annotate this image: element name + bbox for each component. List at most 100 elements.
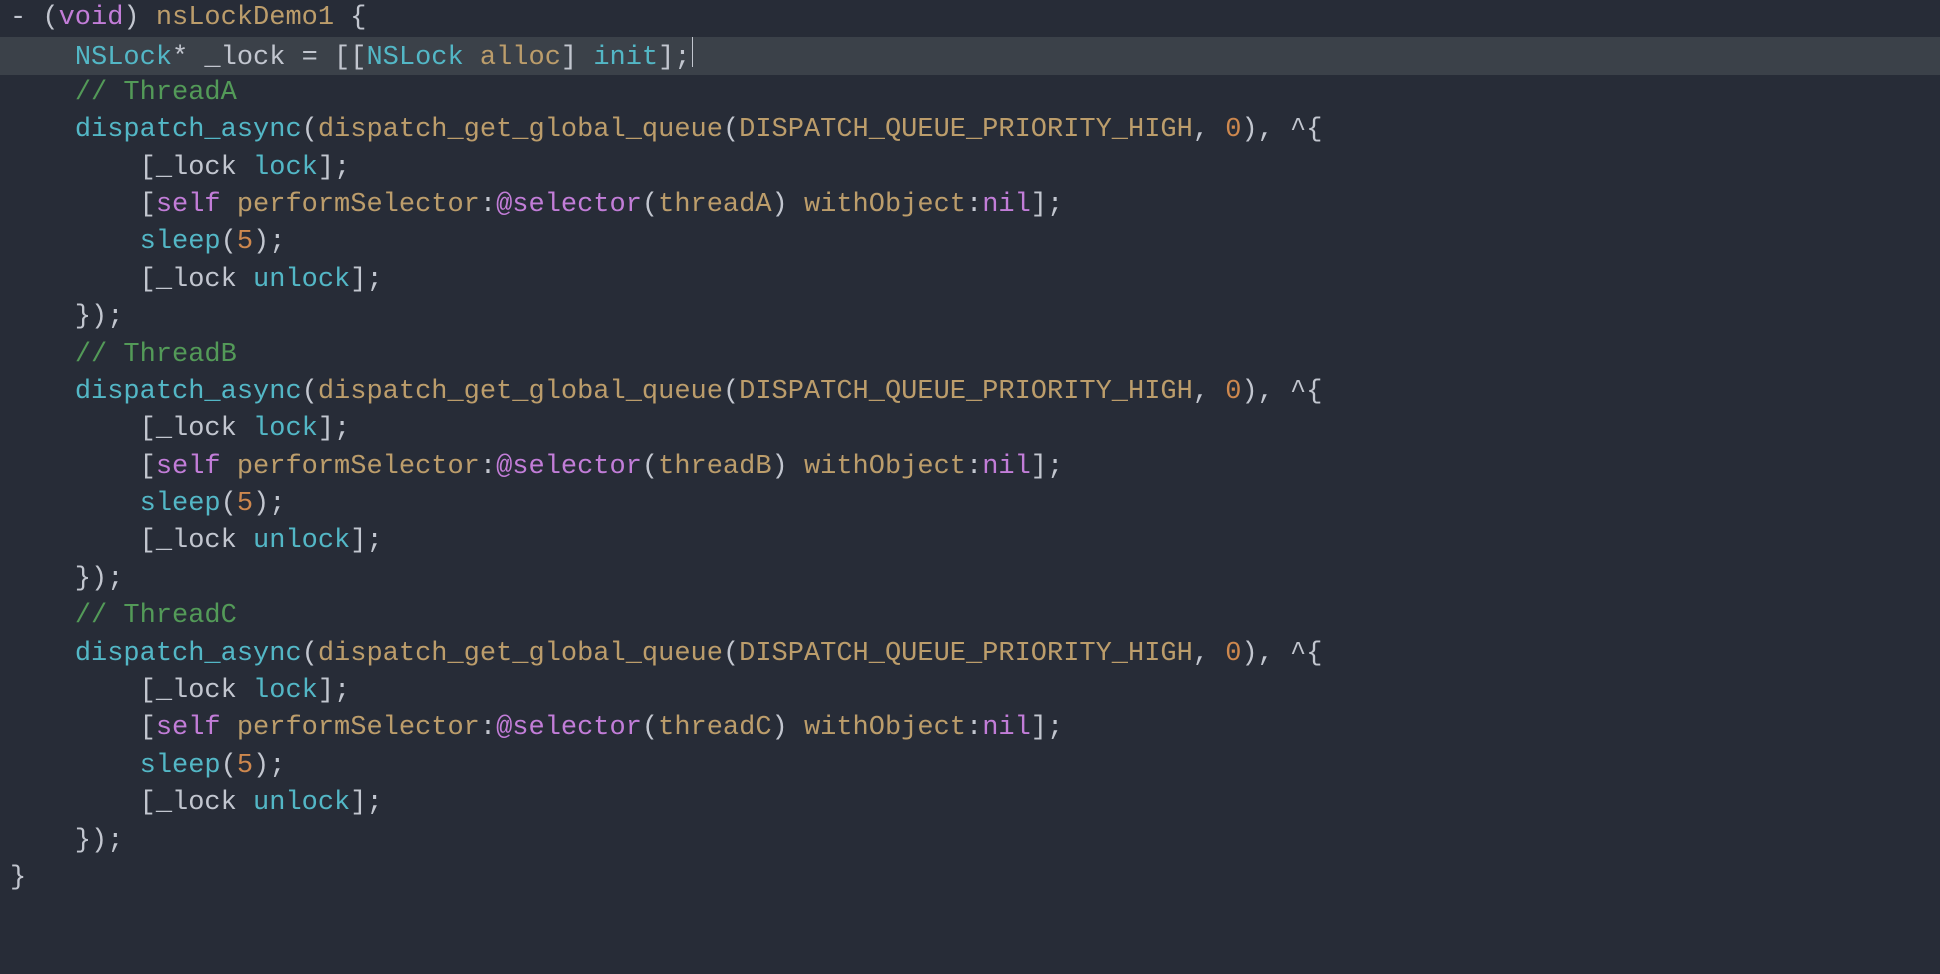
code-token: threadA [658,190,771,220]
code-token: performSelector [237,190,480,220]
text-cursor [692,37,693,67]
code-token: ]; [318,153,350,183]
code-token: : [480,190,496,220]
code-line[interactable]: dispatch_async(dispatch_get_global_queue… [0,636,1940,673]
code-token: @selector [496,452,642,482]
code-token: }); [10,564,123,594]
code-line[interactable]: [_lock lock]; [0,150,1940,187]
code-line[interactable]: NSLock* _lock = [[NSLock alloc] init]; [0,37,1940,74]
code-line[interactable]: }); [0,823,1940,860]
code-line[interactable]: [self performSelector:@selector(threadB)… [0,449,1940,486]
code-line[interactable]: [self performSelector:@selector(threadC)… [0,710,1940,747]
code-line[interactable]: } [0,860,1940,897]
code-token: nil [982,190,1031,220]
code-line[interactable]: [_lock lock]; [0,673,1940,710]
code-token: [_lock [10,414,253,444]
code-editor[interactable]: - (void) nsLockDemo1 { NSLock* _lock = [… [0,0,1940,897]
code-line[interactable]: dispatch_async(dispatch_get_global_queue… [0,374,1940,411]
code-token: ]; [350,265,382,295]
code-line[interactable]: - (void) nsLockDemo1 { [0,0,1940,37]
code-token: [_lock [10,526,253,556]
code-token: ); [253,751,285,781]
code-line[interactable]: sleep(5); [0,224,1940,261]
code-token: // ThreadA [75,78,237,108]
code-token: dispatch_get_global_queue [318,115,723,145]
code-token: : [480,452,496,482]
code-token: , [1193,115,1225,145]
code-token: : [966,713,982,743]
code-token: withObject [804,190,966,220]
code-token: [ [10,190,156,220]
code-token: [ [10,713,156,743]
code-token: ]; [318,676,350,706]
code-token: void [59,3,124,33]
code-token: - [10,3,42,33]
code-token [10,78,75,108]
code-line[interactable]: sleep(5); [0,748,1940,785]
code-token: 0 [1225,639,1241,669]
code-token [10,751,140,781]
code-token: ), ^{ [1241,639,1322,669]
code-line[interactable]: sleep(5); [0,486,1940,523]
code-token: 5 [237,489,253,519]
code-token: nil [982,452,1031,482]
code-token: ) [123,3,155,33]
code-token: }); [10,302,123,332]
code-token: ), ^{ [1241,115,1322,145]
code-token: [ [10,452,156,482]
code-token: ]; [350,526,382,556]
code-token: ) [772,713,804,743]
code-token: ( [221,751,237,781]
code-token: DISPATCH_QUEUE_PRIORITY_HIGH [739,377,1193,407]
code-token: @selector [496,713,642,743]
code-token: ( [642,452,658,482]
code-token: ]; [1031,190,1063,220]
code-token: alloc [480,43,561,73]
code-token [464,43,480,73]
code-token: ); [253,227,285,257]
code-token: ( [642,190,658,220]
code-token: [_lock [10,676,253,706]
code-line[interactable]: // ThreadB [0,337,1940,374]
code-token: threadB [658,452,771,482]
code-token: : [966,452,982,482]
code-token: lock [253,676,318,706]
code-line[interactable]: }); [0,561,1940,598]
code-token: : [480,713,496,743]
code-token: * _lock = [[ [172,43,366,73]
code-token: ( [42,3,58,33]
code-token: 5 [237,227,253,257]
code-line[interactable]: [self performSelector:@selector(threadA)… [0,187,1940,224]
code-token [10,601,75,631]
code-token: self [156,452,221,482]
code-token: { [334,3,366,33]
code-token [10,115,75,145]
code-token: , [1193,377,1225,407]
code-token: sleep [140,751,221,781]
code-token: ( [221,489,237,519]
code-token: ]; [1031,713,1063,743]
code-token [10,377,75,407]
code-token: ]; [658,43,690,73]
code-token: ( [723,377,739,407]
code-token: } [10,863,26,893]
code-line[interactable]: [_lock lock]; [0,411,1940,448]
code-line[interactable]: // ThreadC [0,598,1940,635]
code-line[interactable]: dispatch_async(dispatch_get_global_queue… [0,112,1940,149]
code-token: dispatch_async [75,115,302,145]
code-token: ( [221,227,237,257]
code-line[interactable]: [_lock unlock]; [0,262,1940,299]
code-line[interactable]: // ThreadA [0,75,1940,112]
code-token: ( [723,639,739,669]
code-token: dispatch_async [75,639,302,669]
code-token [221,713,237,743]
code-token: ]; [350,788,382,818]
code-token: init [593,43,658,73]
code-line[interactable]: [_lock unlock]; [0,523,1940,560]
code-token: 0 [1225,377,1241,407]
code-token: dispatch_async [75,377,302,407]
code-token: lock [253,414,318,444]
code-line[interactable]: [_lock unlock]; [0,785,1940,822]
code-line[interactable]: }); [0,299,1940,336]
code-token: ), ^{ [1241,377,1322,407]
